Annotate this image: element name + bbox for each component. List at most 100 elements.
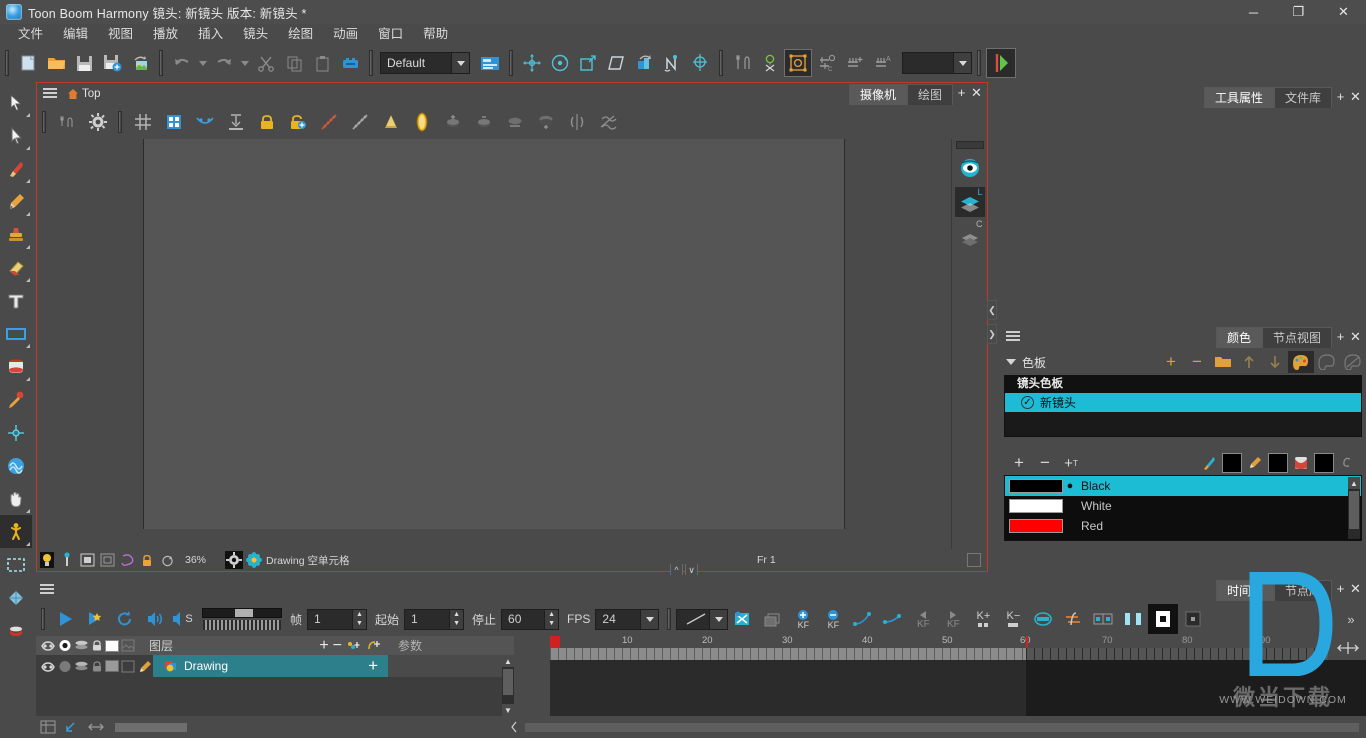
marquee-tool-icon[interactable] <box>0 548 32 581</box>
toggle-xsheet-icon[interactable] <box>728 604 758 634</box>
timeline-tracks[interactable] <box>550 660 1366 716</box>
show-function-icon[interactable] <box>1058 604 1088 634</box>
toolbar-grip[interactable] <box>5 50 9 76</box>
swatch-scroll-up[interactable]: ▲ <box>1348 477 1360 489</box>
splitter-up-arrow[interactable]: ^ <box>670 564 683 575</box>
flip-icon[interactable] <box>561 107 592 137</box>
grey-line-icon[interactable] <box>344 107 375 137</box>
close-tool-properties-button[interactable]: ✕ <box>1349 90 1362 104</box>
swatch-scrollbar[interactable]: ▲ <box>1348 477 1360 539</box>
start-input[interactable]: 1 <box>404 608 451 630</box>
frame-icon[interactable] <box>77 550 97 570</box>
panel-menu-icon-colour[interactable] <box>1006 330 1022 344</box>
remove-colour-icon[interactable]: − <box>1032 452 1058 474</box>
deform-tool-icon[interactable] <box>986 48 1016 78</box>
rotate-tool-icon[interactable] <box>546 49 574 77</box>
scale-tool-icon[interactable] <box>574 49 602 77</box>
chevron-down-icon[interactable] <box>451 53 469 73</box>
palette-folder-icon[interactable] <box>1210 351 1236 373</box>
menu-item-drawing[interactable]: 绘图 <box>278 24 323 44</box>
onion-icon[interactable] <box>58 660 72 673</box>
swatch-row-black[interactable]: ● Black <box>1005 476 1361 496</box>
save-icon[interactable] <box>70 49 98 77</box>
transform-tool-icon[interactable] <box>518 49 546 77</box>
lock-all-icon[interactable] <box>282 107 313 137</box>
pencil-colour-icon[interactable] <box>1242 452 1268 474</box>
menu-item-play[interactable]: 播放 <box>143 24 188 44</box>
menu-item-scene[interactable]: 镜头 <box>233 24 278 44</box>
open-folder-icon[interactable] <box>42 49 70 77</box>
gear-icon[interactable] <box>224 550 244 570</box>
tab-colour[interactable]: 颜色 <box>1215 327 1262 348</box>
close-button[interactable]: ✕ <box>1321 0 1366 24</box>
palette-check-icon[interactable]: ✓ <box>1021 396 1034 409</box>
brush-colour-icon[interactable] <box>1196 452 1222 474</box>
select-tool-icon[interactable] <box>0 86 32 119</box>
show-selection-icon[interactable] <box>784 49 812 77</box>
lock-icon[interactable] <box>91 660 103 673</box>
pivot-tool-icon[interactable] <box>0 416 32 449</box>
cut-scissors-icon[interactable] <box>252 49 280 77</box>
rectangle-tool-icon[interactable] <box>0 317 32 350</box>
camera-stage[interactable] <box>143 139 845 529</box>
rig-tool-icon[interactable] <box>0 515 32 548</box>
add-palette-icon[interactable]: + <box>1158 351 1184 373</box>
spotlight-icon[interactable] <box>375 107 406 137</box>
reset-onion-icon[interactable] <box>592 107 623 137</box>
minimize-button[interactable]: ─ <box>1231 0 1276 24</box>
layer-row-drawing[interactable]: Drawing + <box>36 655 514 677</box>
paste-special-icon[interactable] <box>336 49 364 77</box>
layers-scroll-up[interactable]: ▲ <box>502 655 514 667</box>
animate-mode-icon[interactable] <box>630 49 658 77</box>
frame-display-icon[interactable] <box>1178 604 1208 634</box>
interpolation-line-icon[interactable] <box>676 608 711 630</box>
layer-params-cell[interactable] <box>388 655 514 677</box>
toolbar-grip-3[interactable] <box>369 50 373 76</box>
redo-icon[interactable] <box>210 49 238 77</box>
new-scene-icon[interactable] <box>14 49 42 77</box>
palette-clone-icon[interactable] <box>1314 351 1340 373</box>
menu-item-view[interactable]: 视图 <box>98 24 143 44</box>
copy-drawing-icon[interactable] <box>758 604 788 634</box>
start-stepper[interactable]: ▲ ▼ <box>450 608 465 630</box>
xsheet-toggle-icon[interactable] <box>36 718 60 736</box>
tab-node-view[interactable]: 节点视图 <box>1261 327 1332 348</box>
stop-input[interactable]: 60 <box>501 608 546 630</box>
close-view-button[interactable]: ✕ <box>970 86 983 100</box>
layers-scroll-thumb[interactable] <box>503 669 513 695</box>
tab-timeline[interactable]: 时间轴 <box>1215 580 1274 601</box>
stop-stepper[interactable]: ▲ ▼ <box>545 608 560 630</box>
palette-list-item[interactable]: ✓ 新镜头 <box>1005 393 1361 412</box>
centre-frame-icon[interactable] <box>1148 604 1179 634</box>
tools-icon[interactable] <box>728 49 756 77</box>
brush-tool-icon[interactable] <box>0 152 32 185</box>
pivot-icon[interactable] <box>686 49 714 77</box>
track-area-active[interactable] <box>550 660 1026 716</box>
mask-icon[interactable] <box>189 107 220 137</box>
horizontal-scroll-icon[interactable] <box>1330 636 1366 660</box>
swatch-row-red[interactable]: Red <box>1005 516 1361 536</box>
rotate-view-icon[interactable] <box>157 550 177 570</box>
tab-drawing[interactable]: 绘图 <box>906 84 953 105</box>
fps-input[interactable]: 24 <box>595 608 642 630</box>
add-keyframe-icon[interactable]: KF <box>788 604 818 634</box>
frame-input[interactable]: 1 <box>307 608 354 630</box>
more-options-icon[interactable]: » <box>1336 604 1366 634</box>
redo-dropdown-icon[interactable] <box>238 49 252 77</box>
paste-icon[interactable] <box>308 49 336 77</box>
skew-tool-icon[interactable] <box>602 49 630 77</box>
toolbar-grip-2[interactable] <box>159 50 163 76</box>
toolbar-grip-5[interactable] <box>719 50 723 76</box>
expand-layer-button[interactable]: + <box>368 657 378 674</box>
onion-marker-icon[interactable] <box>406 107 437 137</box>
onion-skin-all-icon[interactable]: A <box>868 49 896 77</box>
workspace-select[interactable]: Default <box>380 52 470 74</box>
add-colour-icon[interactable]: + <box>1006 452 1032 474</box>
split-view-icon[interactable] <box>1088 604 1118 634</box>
colour-swatch-list[interactable]: ● Black White Red ▲ <box>1004 475 1362 541</box>
loop-icon[interactable] <box>110 604 140 634</box>
add-layer-icon[interactable]: + <box>319 637 328 653</box>
onion-range-select[interactable] <box>902 52 972 74</box>
onion-next-icon[interactable] <box>468 107 499 137</box>
swatch-row-white[interactable]: White <box>1005 496 1361 516</box>
